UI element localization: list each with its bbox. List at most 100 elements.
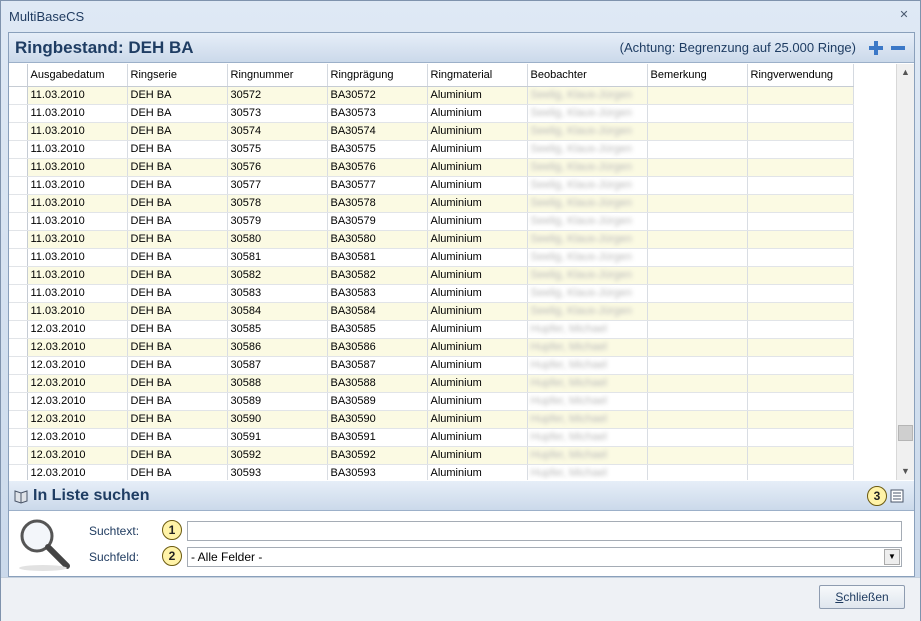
table-row[interactable]: 11.03.2010 DEH BA 30581 BA30581 Aluminium See… (9, 248, 854, 267)
row-selector[interactable] (9, 140, 28, 159)
table-row[interactable]: 11.03.2010 DEH BA 30572 BA30572 Aluminium See… (9, 86, 854, 105)
table-cell[interactable]: Aluminium (427, 320, 528, 339)
table-cell[interactable]: BA30584 (327, 302, 428, 321)
scroll-thumb[interactable] (898, 425, 913, 441)
table-cell[interactable] (747, 428, 854, 447)
row-selector[interactable] (9, 356, 28, 375)
row-selector[interactable] (9, 392, 28, 411)
table-cell[interactable]: DEH BA (127, 176, 228, 195)
table-cell[interactable] (747, 320, 854, 339)
table-row[interactable]: 11.03.2010 DEH BA 30580 BA30580 Aluminium See… (9, 230, 854, 249)
table-cell[interactable]: DEH BA (127, 266, 228, 285)
column-header[interactable]: Bemerkung (647, 64, 748, 87)
table-cell[interactable]: 30591 (227, 428, 328, 447)
scroll-down-icon[interactable]: ▼ (897, 463, 914, 480)
table-row[interactable]: 12.03.2010 DEH BA 30587 BA30587 Aluminium Hup… (9, 356, 854, 375)
table-cell[interactable] (647, 194, 748, 213)
list-options-icon[interactable] (890, 489, 904, 503)
table-cell[interactable]: Aluminium (427, 284, 528, 303)
table-cell[interactable]: 11.03.2010 (27, 158, 128, 177)
row-selector[interactable] (9, 230, 28, 249)
table-cell[interactable]: BA30588 (327, 374, 428, 393)
table-cell[interactable] (747, 302, 854, 321)
table-cell[interactable]: Seelig, Klaus-Jürgen (527, 212, 648, 231)
table-cell[interactable]: DEH BA (127, 302, 228, 321)
table-cell[interactable]: 11.03.2010 (27, 122, 128, 141)
row-selector[interactable] (9, 302, 28, 321)
table-cell[interactable] (647, 230, 748, 249)
table-row[interactable]: 11.03.2010 DEH BA 30584 BA30584 Aluminium See… (9, 302, 854, 321)
table-cell[interactable]: Aluminium (427, 464, 528, 480)
table-cell[interactable]: 30589 (227, 392, 328, 411)
column-header[interactable]: Ringnummer (227, 64, 328, 87)
table-cell[interactable]: DEH BA (127, 464, 228, 480)
table-cell[interactable]: Hupfer, Michael (527, 410, 648, 429)
table-cell[interactable]: DEH BA (127, 194, 228, 213)
row-selector[interactable] (9, 86, 28, 105)
table-cell[interactable] (747, 374, 854, 393)
table-cell[interactable]: BA30585 (327, 320, 428, 339)
table-cell[interactable]: BA30583 (327, 284, 428, 303)
table-cell[interactable] (647, 302, 748, 321)
table-cell[interactable]: Aluminium (427, 230, 528, 249)
table-cell[interactable]: Hupfer, Michael (527, 356, 648, 375)
scroll-up-icon[interactable]: ▲ (897, 64, 914, 81)
search-field-select[interactable]: - Alle Felder - ▼ (187, 547, 902, 567)
table-cell[interactable]: Seelig, Klaus-Jürgen (527, 230, 648, 249)
table-cell[interactable]: DEH BA (127, 374, 228, 393)
table-cell[interactable]: Aluminium (427, 248, 528, 267)
table-cell[interactable]: DEH BA (127, 392, 228, 411)
row-selector[interactable] (9, 446, 28, 465)
row-selector[interactable] (9, 212, 28, 231)
table-row[interactable]: 12.03.2010 DEH BA 30586 BA30586 Aluminium Hup… (9, 338, 854, 357)
table-cell[interactable] (747, 230, 854, 249)
table-cell[interactable]: 30576 (227, 158, 328, 177)
table-cell[interactable]: BA30572 (327, 86, 428, 105)
table-cell[interactable]: Aluminium (427, 410, 528, 429)
table-cell[interactable]: DEH BA (127, 284, 228, 303)
table-cell[interactable]: DEH BA (127, 248, 228, 267)
table-cell[interactable]: 30574 (227, 122, 328, 141)
plus-icon[interactable] (868, 40, 884, 56)
table-cell[interactable]: 30579 (227, 212, 328, 231)
table-cell[interactable]: BA30582 (327, 266, 428, 285)
table-cell[interactable]: 11.03.2010 (27, 104, 128, 123)
table-cell[interactable]: BA30590 (327, 410, 428, 429)
table-row[interactable]: 11.03.2010 DEH BA 30573 BA30573 Aluminium See… (9, 104, 854, 123)
table-cell[interactable]: Aluminium (427, 428, 528, 447)
table-cell[interactable] (747, 176, 854, 195)
table-row[interactable]: 11.03.2010 DEH BA 30575 BA30575 Aluminium See… (9, 140, 854, 159)
table-cell[interactable]: 30573 (227, 104, 328, 123)
table-cell[interactable]: BA30576 (327, 158, 428, 177)
close-icon[interactable]: ✕ (898, 9, 910, 21)
table-cell[interactable]: DEH BA (127, 122, 228, 141)
table-cell[interactable]: Aluminium (427, 212, 528, 231)
table-cell[interactable]: 12.03.2010 (27, 338, 128, 357)
table-cell[interactable]: 11.03.2010 (27, 284, 128, 303)
table-cell[interactable]: 12.03.2010 (27, 428, 128, 447)
table-cell[interactable]: Seelig, Klaus-Jürgen (527, 194, 648, 213)
table-cell[interactable]: DEH BA (127, 428, 228, 447)
table-cell[interactable] (647, 464, 748, 480)
table-cell[interactable]: 30572 (227, 86, 328, 105)
table-cell[interactable] (647, 428, 748, 447)
table-row[interactable]: 12.03.2010 DEH BA 30592 BA30592 Aluminium Hup… (9, 446, 854, 465)
table-cell[interactable]: Aluminium (427, 374, 528, 393)
table-cell[interactable]: DEH BA (127, 104, 228, 123)
table-cell[interactable]: Aluminium (427, 266, 528, 285)
table-cell[interactable]: Aluminium (427, 356, 528, 375)
table-cell[interactable] (747, 284, 854, 303)
row-selector[interactable] (9, 374, 28, 393)
table-cell[interactable] (647, 356, 748, 375)
table-cell[interactable] (747, 122, 854, 141)
column-header[interactable]: Ausgabedatum (27, 64, 128, 87)
table-cell[interactable]: 30592 (227, 446, 328, 465)
table-cell[interactable]: 30577 (227, 176, 328, 195)
table-cell[interactable]: BA30592 (327, 446, 428, 465)
table-cell[interactable]: 12.03.2010 (27, 356, 128, 375)
table-cell[interactable]: Aluminium (427, 446, 528, 465)
table-cell[interactable]: 12.03.2010 (27, 446, 128, 465)
table-cell[interactable]: 12.03.2010 (27, 464, 128, 480)
table-cell[interactable]: Seelig, Klaus-Jürgen (527, 284, 648, 303)
table-cell[interactable]: 30580 (227, 230, 328, 249)
